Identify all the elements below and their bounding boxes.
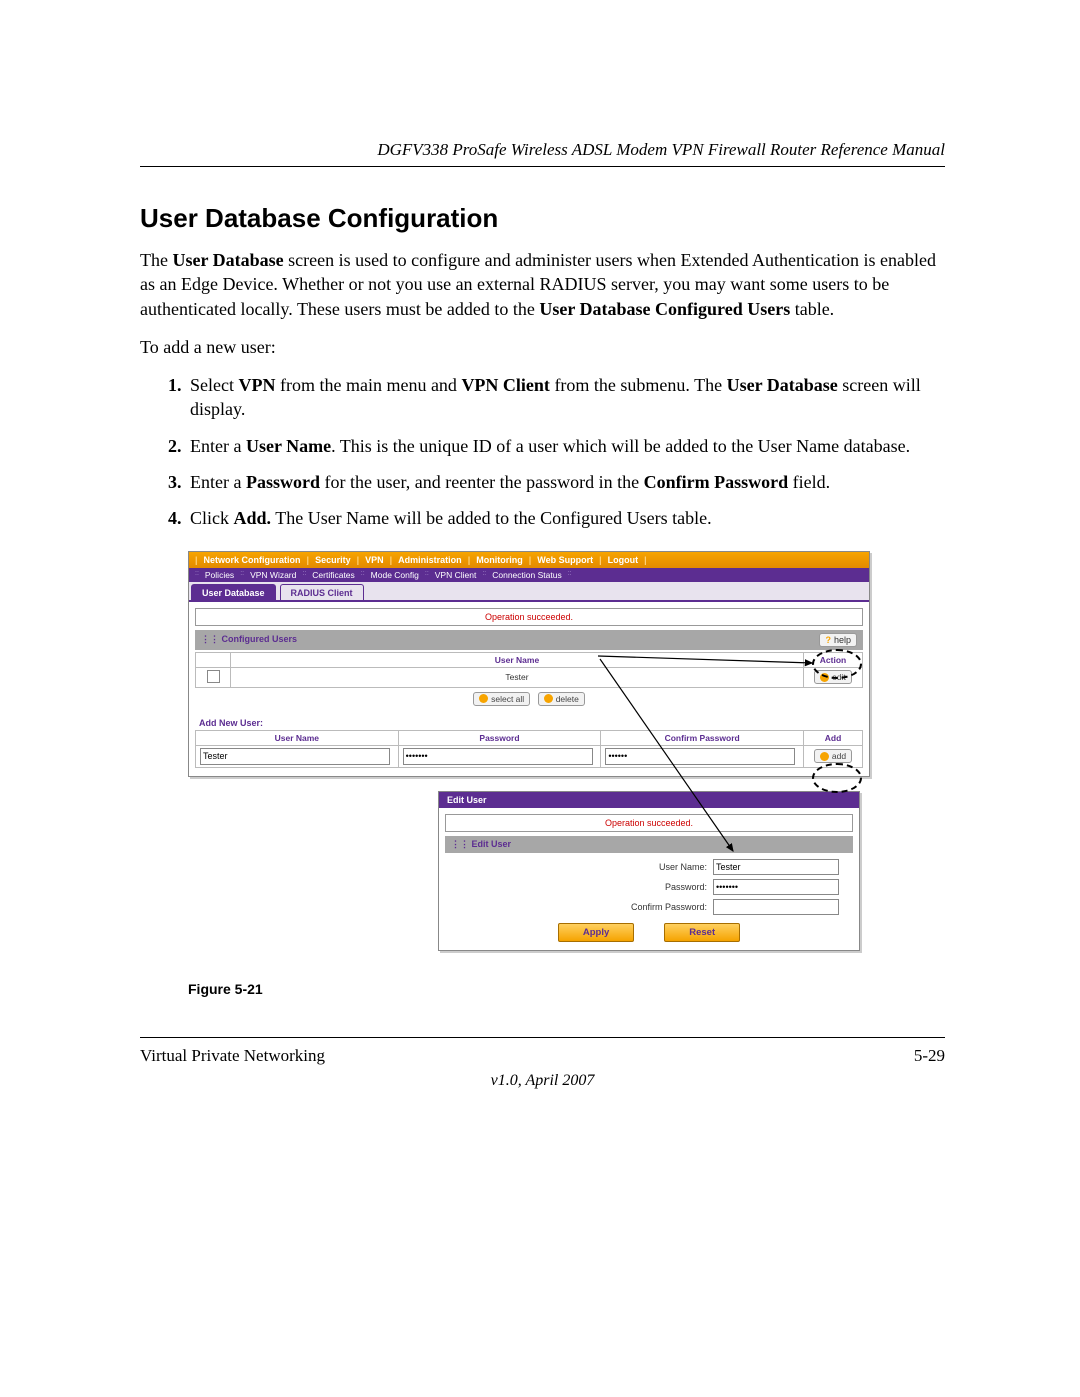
text: The [140, 250, 172, 270]
select-all-button[interactable]: select all [473, 692, 530, 706]
edit-confirm-password-input[interactable] [713, 899, 839, 915]
add-new-user-label: Add New User: [199, 718, 869, 728]
text: from the main menu and [275, 375, 461, 395]
figure-5-21: | Network Configuration| Security| VPN| … [188, 551, 888, 971]
step-3: Enter a Password for the user, and reent… [186, 470, 945, 494]
figure-caption: Figure 5-21 [188, 981, 945, 997]
bold-text: User Database Configured Users [539, 299, 790, 319]
panel-title: ⋮⋮ Configured Users [201, 634, 297, 645]
submenu-certificates[interactable]: Certificates [312, 570, 355, 580]
bold-text: VPN Client [461, 375, 550, 395]
text: The User Name will be added to the Confi… [271, 508, 712, 528]
main-menu: | Network Configuration| Security| VPN| … [189, 552, 869, 568]
bold-text: User Name [246, 436, 331, 456]
text: Select [190, 375, 238, 395]
steps-list: Select VPN from the main menu and VPN Cl… [140, 373, 945, 530]
edit-user-screenshot: Edit User Operation succeeded. ⋮⋮ Edit U… [438, 791, 860, 951]
configured-users-header: ⋮⋮ Configured Users ? help [195, 630, 863, 650]
menu-monitoring[interactable]: Monitoring [476, 555, 523, 565]
bold-text: User Database [172, 250, 283, 270]
footer-chapter: Virtual Private Networking [140, 1046, 325, 1066]
delete-icon [544, 694, 553, 703]
operation-status: Operation succeeded. [195, 608, 863, 626]
submenu-vpn-wizard[interactable]: VPN Wizard [250, 570, 296, 580]
configured-users-table: User Name Action Tester edit [195, 652, 863, 688]
text: . This is the unique ID of a user which … [331, 436, 910, 456]
menu-vpn[interactable]: VPN [365, 555, 384, 565]
delete-button[interactable]: delete [538, 692, 585, 706]
text: for the user, and reenter the password i… [320, 472, 644, 492]
menu-network[interactable]: Network Configuration [204, 555, 301, 565]
edit-username-label: User Name: [659, 862, 707, 872]
edit-operation-status: Operation succeeded. [445, 814, 853, 832]
text: table. [790, 299, 834, 319]
table-row: add [196, 745, 863, 767]
col-action: Action [804, 652, 863, 667]
running-header: DGFV338 ProSafe Wireless ADSL Modem VPN … [140, 140, 945, 167]
submenu-mode-config[interactable]: Mode Config [371, 570, 419, 580]
password-input[interactable] [403, 748, 593, 765]
col-confirm-password: Confirm Password [601, 730, 804, 745]
tab-radius-client[interactable]: RADIUS Client [280, 584, 364, 600]
add-button[interactable]: add [814, 749, 852, 763]
text: from the submenu. The [550, 375, 727, 395]
text: Enter a [190, 436, 246, 456]
text: Enter a [190, 472, 246, 492]
section-heading: User Database Configuration [140, 203, 945, 234]
intro-paragraph: The User Database screen is used to conf… [140, 248, 945, 321]
tab-user-database[interactable]: User Database [191, 584, 276, 600]
tabs: User Database RADIUS Client [189, 582, 869, 602]
apply-button[interactable]: Apply [558, 923, 634, 942]
col-user-name: User Name [196, 730, 399, 745]
edit-button[interactable]: edit [814, 670, 852, 684]
edit-user-titlebar: Edit User [439, 792, 859, 808]
menu-administration[interactable]: Administration [398, 555, 462, 565]
edit-user-panel-header: ⋮⋮ Edit User [445, 836, 853, 853]
col-password: Password [398, 730, 601, 745]
submenu-policies[interactable]: Policies [205, 570, 234, 580]
footer-version: v1.0, April 2007 [140, 1072, 945, 1090]
menu-security[interactable]: Security [315, 555, 351, 565]
edit-password-input[interactable] [713, 879, 839, 895]
col-user-name: User Name [231, 652, 804, 667]
reset-button[interactable]: Reset [664, 923, 740, 942]
username-input[interactable] [200, 748, 390, 765]
menu-logout[interactable]: Logout [608, 555, 639, 565]
sub-menu: :: Policies:: VPN Wizard:: Certificates:… [189, 568, 869, 582]
bold-text: Confirm Password [644, 472, 789, 492]
menu-web-support[interactable]: Web Support [537, 555, 593, 565]
step-2: Enter a User Name. This is the unique ID… [186, 434, 945, 458]
step-1: Select VPN from the main menu and VPN Cl… [186, 373, 945, 422]
check-icon [479, 694, 488, 703]
submenu-connection-status[interactable]: Connection Status [492, 570, 561, 580]
add-icon [820, 752, 829, 761]
edit-confirm-password-label: Confirm Password: [631, 902, 707, 912]
confirm-password-input[interactable] [605, 748, 795, 765]
add-new-user-table: User Name Password Confirm Password Add … [195, 730, 863, 768]
bold-text: User Database [727, 375, 838, 395]
bold-text: VPN [238, 375, 275, 395]
step-4: Click Add. The User Name will be added t… [186, 506, 945, 530]
text: Click [190, 508, 234, 528]
help-icon: ? [825, 635, 831, 645]
table-row: Tester edit [196, 667, 863, 687]
footer-page-number: 5-29 [914, 1046, 945, 1066]
bold-text: Add. [234, 508, 272, 528]
row-username: Tester [231, 667, 804, 687]
page-footer: Virtual Private Networking 5-29 [140, 1037, 945, 1066]
help-button[interactable]: ? help [819, 633, 857, 647]
edit-password-label: Password: [665, 882, 707, 892]
edit-icon [820, 673, 829, 682]
text: field. [788, 472, 830, 492]
user-database-screenshot: | Network Configuration| Security| VPN| … [188, 551, 870, 777]
lead-text: To add a new user: [140, 335, 945, 359]
row-checkbox[interactable] [207, 670, 220, 683]
submenu-vpn-client[interactable]: VPN Client [435, 570, 477, 580]
bold-text: Password [246, 472, 320, 492]
edit-username-input[interactable] [713, 859, 839, 875]
col-add: Add [804, 730, 863, 745]
